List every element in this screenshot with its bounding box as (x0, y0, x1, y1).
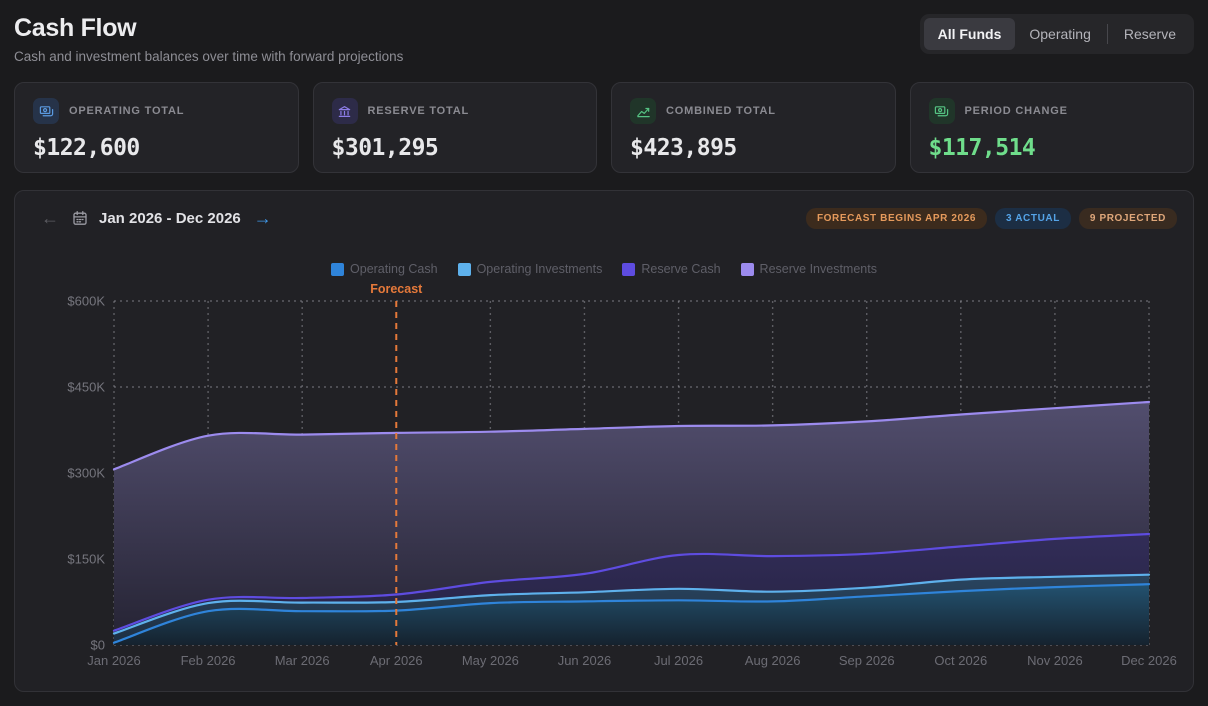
card-label: OPERATING TOTAL (69, 105, 184, 117)
tab-operating[interactable]: Operating (1015, 18, 1104, 50)
tab-divider (1107, 24, 1108, 44)
svg-text:May 2026: May 2026 (462, 653, 519, 668)
card-operating-total: OPERATING TOTAL $122,600 (14, 82, 299, 173)
card-value: $117,514 (929, 135, 1176, 161)
svg-text:$600K: $600K (67, 294, 105, 309)
arrow-left-icon: ← (41, 208, 59, 228)
banknotes-icon (33, 98, 59, 124)
card-reserve-total: RESERVE TOTAL $301,295 (313, 82, 598, 173)
svg-text:Nov 2026: Nov 2026 (1027, 653, 1083, 668)
date-range-label: Jan 2026 - Dec 2026 (99, 210, 241, 227)
legend-item: Operating Investments (458, 262, 603, 276)
cash-flow-page: Cash Flow Cash and investment balances o… (0, 0, 1208, 706)
svg-text:$450K: $450K (67, 380, 105, 395)
card-label: PERIOD CHANGE (965, 105, 1068, 117)
svg-text:Apr 2026: Apr 2026 (370, 653, 423, 668)
card-combined-total: COMBINED TOTAL $423,895 (611, 82, 896, 173)
card-head: OPERATING TOTAL (33, 98, 280, 124)
svg-text:Forecast: Forecast (370, 282, 423, 296)
card-head: COMBINED TOTAL (630, 98, 877, 124)
svg-text:Aug 2026: Aug 2026 (745, 653, 801, 668)
arrow-right-icon: → (254, 208, 272, 228)
page-title: Cash Flow (14, 14, 403, 43)
tab-reserve[interactable]: Reserve (1110, 18, 1190, 50)
fund-tab-group: All Funds Operating Reserve (920, 14, 1194, 54)
svg-text:$0: $0 (91, 638, 105, 653)
svg-text:Mar 2026: Mar 2026 (275, 653, 330, 668)
banknotes-icon (929, 98, 955, 124)
svg-text:Oct 2026: Oct 2026 (934, 653, 987, 668)
svg-text:Dec 2026: Dec 2026 (1121, 653, 1177, 668)
page-subtitle: Cash and investment balances over time w… (14, 49, 403, 64)
svg-text:$300K: $300K (67, 466, 105, 481)
chart-nav: ← Jan 2026 - Dec 2026 → FORECAST BEGINS … (39, 207, 1177, 229)
svg-text:Feb 2026: Feb 2026 (181, 653, 236, 668)
card-head: RESERVE TOTAL (332, 98, 579, 124)
svg-text:Sep 2026: Sep 2026 (839, 653, 895, 668)
svg-text:$150K: $150K (67, 552, 105, 567)
trending-up-icon (630, 98, 656, 124)
legend-item: Operating Cash (331, 262, 438, 276)
period-navigator: ← Jan 2026 - Dec 2026 → (39, 207, 274, 229)
projected-count-badge: 9 PROJECTED (1079, 208, 1177, 229)
title-block: Cash Flow Cash and investment balances o… (14, 14, 403, 64)
svg-text:Jun 2026: Jun 2026 (558, 653, 612, 668)
tab-all-funds[interactable]: All Funds (924, 18, 1016, 50)
chart-card: ← Jan 2026 - Dec 2026 → FORECAST BEGINS … (14, 190, 1194, 692)
card-value: $122,600 (33, 135, 280, 161)
legend-item: Reserve Cash (622, 262, 720, 276)
legend-swatch-icon (622, 263, 635, 276)
card-value: $301,295 (332, 135, 579, 161)
forecast-begins-badge: FORECAST BEGINS APR 2026 (806, 208, 987, 229)
next-period-button[interactable]: → (252, 207, 274, 229)
svg-text:Jul 2026: Jul 2026 (654, 653, 703, 668)
legend-label: Operating Cash (350, 262, 438, 276)
legend-item: Reserve Investments (741, 262, 877, 276)
bank-icon (332, 98, 358, 124)
legend-label: Reserve Cash (641, 262, 720, 276)
topbar: Cash Flow Cash and investment balances o… (14, 14, 1194, 80)
card-period-change: PERIOD CHANGE $117,514 (910, 82, 1195, 173)
svg-text:Jan 2026: Jan 2026 (87, 653, 141, 668)
legend-label: Operating Investments (477, 262, 603, 276)
legend-label: Reserve Investments (760, 262, 877, 276)
card-value: $423,895 (630, 135, 877, 161)
card-head: PERIOD CHANGE (929, 98, 1176, 124)
legend-swatch-icon (741, 263, 754, 276)
chart-badges: FORECAST BEGINS APR 2026 3 ACTUAL 9 PROJ… (806, 208, 1177, 229)
legend-swatch-icon (458, 263, 471, 276)
card-label: COMBINED TOTAL (666, 105, 776, 117)
calendar-icon (72, 210, 88, 226)
card-label: RESERVE TOTAL (368, 105, 469, 117)
summary-cards: OPERATING TOTAL $122,600 RESERVE TOTAL $… (14, 82, 1194, 173)
chart-legend: Operating Cash Operating Investments Reser… (15, 262, 1193, 276)
legend-swatch-icon (331, 263, 344, 276)
actual-count-badge: 3 ACTUAL (995, 208, 1071, 229)
prev-period-button[interactable]: ← (39, 207, 61, 229)
